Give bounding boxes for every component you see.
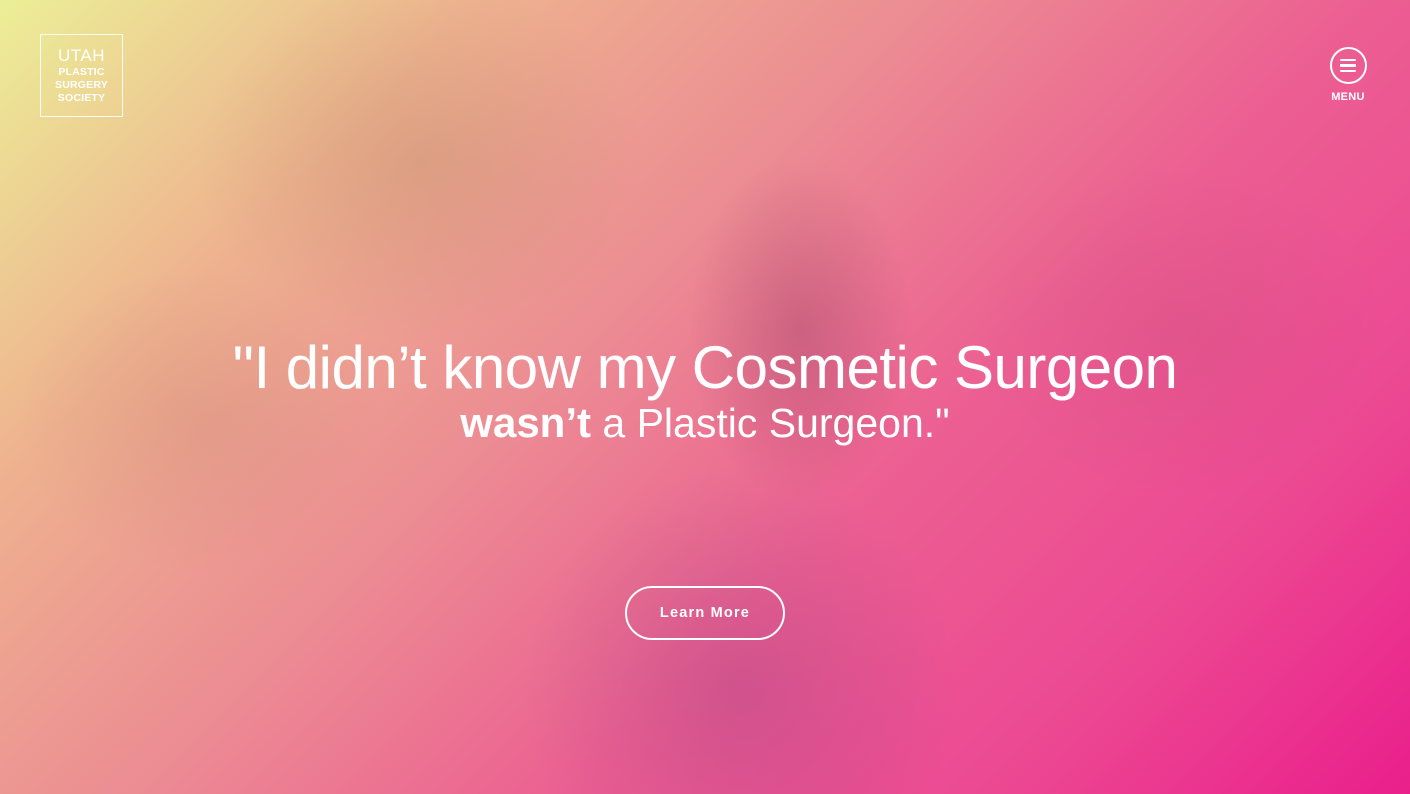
logo-text-plastic: PLASTIC — [58, 65, 105, 78]
hamburger-icon[interactable] — [1329, 47, 1367, 84]
hero-quote-emphasis: wasn’t — [460, 399, 591, 446]
hero-quote: "I didn’t know my Cosmetic Surgeon wasn’… — [0, 332, 1410, 448]
menu-button[interactable]: MENU — [1326, 47, 1370, 103]
menu-label[interactable]: MENU — [1331, 91, 1365, 103]
learn-more-button[interactable]: Learn More — [625, 586, 785, 640]
logo-text-society: SOCIETY — [57, 91, 106, 104]
hero-quote-line2: wasn’t a Plastic Surgeon." — [0, 398, 1410, 448]
logo-text-utah: UTAH — [57, 46, 105, 66]
hero-quote-line1: "I didn’t know my Cosmetic Surgeon — [232, 334, 1178, 401]
site-logo[interactable]: UTAH PLASTIC SURGERY SOCIETY — [40, 34, 123, 117]
logo-text-surgery: SURGERY — [55, 78, 108, 91]
hero-quote-line2-rest: a Plastic Surgeon." — [591, 400, 950, 446]
